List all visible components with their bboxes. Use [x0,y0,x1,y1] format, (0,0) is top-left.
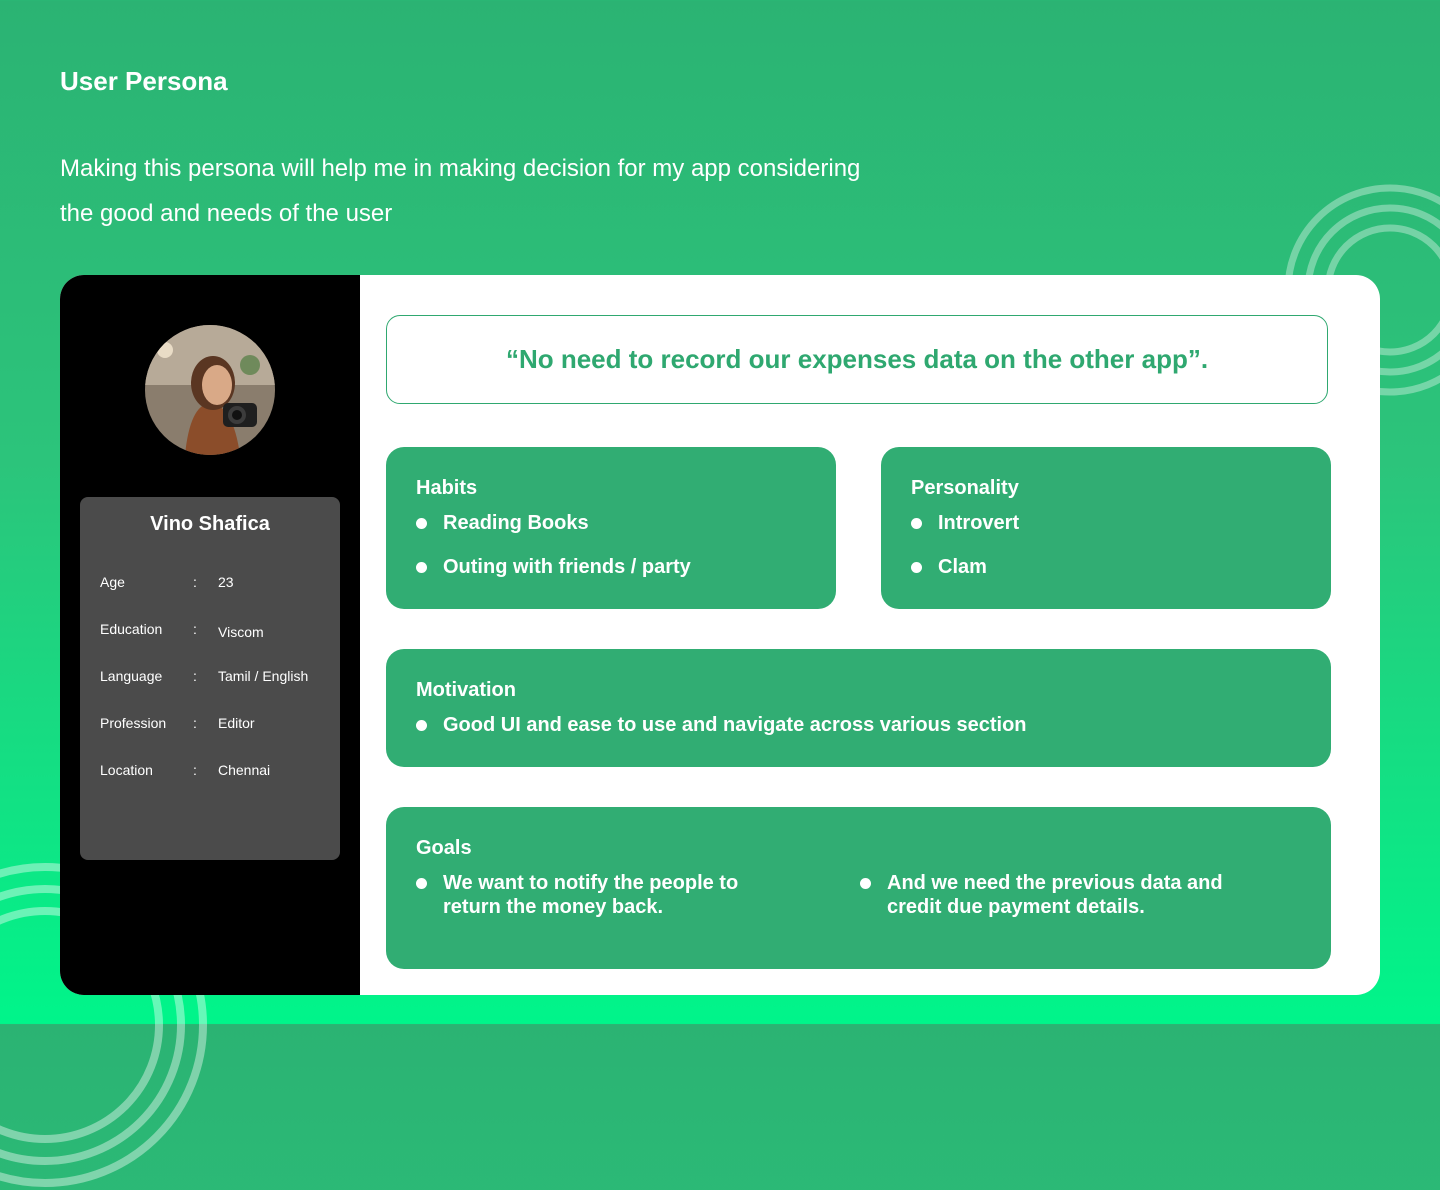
profile-row-education: Education : Viscom [100,621,330,641]
field-value: 23 [218,574,234,590]
goals-card: Goals We want to notify the people to re… [386,807,1331,969]
persona-quote: “No need to record our expenses data on … [386,315,1328,404]
list-item-text: Outing with friends / party [443,556,691,578]
personality-card: Personality Introvert Clam [881,447,1331,609]
list-item-text: Good UI and ease to use and navigate acr… [443,714,1027,736]
bullet-icon [416,878,427,889]
goals-list-right: And we need the previous data and credit… [860,871,1240,919]
bullet-icon [416,562,427,573]
habits-title: Habits [416,477,478,499]
profile-name: Vino Shafica [150,513,270,535]
field-label: Education [100,621,163,637]
list-item-text: We want to notify the people to return t… [443,872,739,918]
motivation-list: Good UI and ease to use and navigate acr… [416,713,1027,737]
avatar [145,325,275,455]
persona-card: Vino Shafica Age : 23 Education : Viscom… [60,275,1380,995]
goals-title: Goals [416,837,472,859]
habits-list: Reading Books Outing with friends / part… [416,511,691,579]
habits-card: Habits Reading Books Outing with friends… [386,447,836,609]
page-title: User Persona [60,66,228,96]
goals-list-left: We want to notify the people to return t… [416,871,796,919]
page-subtitle: Making this persona will help me in maki… [60,155,861,227]
list-item-text: Introvert [938,512,1020,534]
list-item: And we need the previous data and credit… [860,871,1240,919]
field-colon: : [193,668,197,684]
list-item: Outing with friends / party [416,555,691,579]
field-colon: : [193,715,197,731]
profile-sidebar: Vino Shafica Age : 23 Education : Viscom… [60,275,360,995]
profile-row-profession: Profession : Editor [100,715,330,735]
field-colon: : [193,621,197,637]
profile-row-language: Language : Tamil / English [100,668,330,688]
bullet-icon [860,878,871,889]
field-value: Chennai [218,762,271,778]
bullet-icon [911,562,922,573]
list-item: Reading Books [416,511,691,535]
personality-list: Introvert Clam [911,511,1019,579]
field-colon: : [193,574,197,590]
list-item-text: And we need the previous data and credit… [887,872,1223,918]
bullet-icon [416,518,427,529]
field-value: Tamil / English [218,668,309,684]
bullet-icon [416,720,427,731]
list-item-text: Reading Books [443,512,589,534]
profile-info-panel: Vino Shafica Age : 23 Education : Viscom… [80,497,340,860]
field-value: Editor [218,715,255,731]
field-colon: : [193,762,197,778]
field-value: Viscom [218,624,264,640]
motivation-card: Motivation Good UI and ease to use and n… [386,649,1331,767]
list-item: Introvert [911,511,1019,535]
profile-row-age: Age : 23 [100,574,330,594]
list-item-text: Clam [938,556,987,578]
field-label: Age [100,574,125,590]
bullet-icon [911,518,922,529]
field-label: Profession [100,715,167,731]
profile-row-location: Location : Chennai [100,762,330,782]
list-item: Good UI and ease to use and navigate acr… [416,713,1027,737]
personality-title: Personality [911,477,1019,499]
avatar-photo [145,325,275,455]
list-item: We want to notify the people to return t… [416,871,796,919]
motivation-title: Motivation [416,679,516,701]
field-label: Language [100,668,163,684]
field-label: Location [100,762,153,778]
list-item: Clam [911,555,1019,579]
